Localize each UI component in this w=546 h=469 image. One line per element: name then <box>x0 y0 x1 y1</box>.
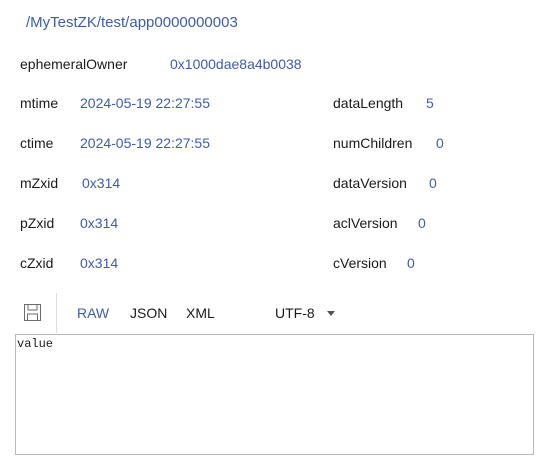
save-icon[interactable] <box>24 304 41 321</box>
pzxid-value: 0x314 <box>80 215 119 231</box>
num-children-label: numChildren <box>333 135 413 151</box>
czxid-label: cZxid <box>20 255 54 271</box>
ephemeral-owner-value: 0x1000dae8a4b0038 <box>170 56 302 72</box>
ctime-value: 2024-05-19 22:27:55 <box>80 135 210 151</box>
acl-version-value: 0 <box>418 215 426 231</box>
czxid-value: 0x314 <box>80 255 119 271</box>
mtime-label: mtime <box>20 95 59 111</box>
c-version-label: cVersion <box>333 255 387 271</box>
mzxid-label: mZxid <box>20 175 59 191</box>
data-version-value: 0 <box>429 175 437 191</box>
pzxid-label: pZxid <box>20 215 55 231</box>
format-xml-tab[interactable]: XML <box>186 304 215 322</box>
acl-version-label: aclVersion <box>333 215 398 231</box>
ephemeral-owner-label: ephemeralOwner <box>20 56 128 72</box>
toolbar-divider <box>56 293 57 333</box>
data-length-label: dataLength <box>333 95 404 111</box>
chevron-down-icon[interactable] <box>327 311 335 316</box>
data-version-label: dataVersion <box>333 175 407 191</box>
num-children-value: 0 <box>436 135 444 151</box>
node-path: /MyTestZK/test/app0000000003 <box>26 14 238 31</box>
ctime-label: ctime <box>20 135 54 151</box>
format-raw-tab[interactable]: RAW <box>77 304 109 322</box>
mzxid-value: 0x314 <box>82 175 121 191</box>
encoding-select[interactable]: UTF-8 <box>275 304 315 322</box>
mtime-value: 2024-05-19 22:27:55 <box>80 95 210 111</box>
c-version-value: 0 <box>407 255 415 271</box>
format-json-tab[interactable]: JSON <box>130 304 167 322</box>
node-data-editor[interactable]: value <box>15 334 534 455</box>
data-length-value: 5 <box>426 95 434 111</box>
